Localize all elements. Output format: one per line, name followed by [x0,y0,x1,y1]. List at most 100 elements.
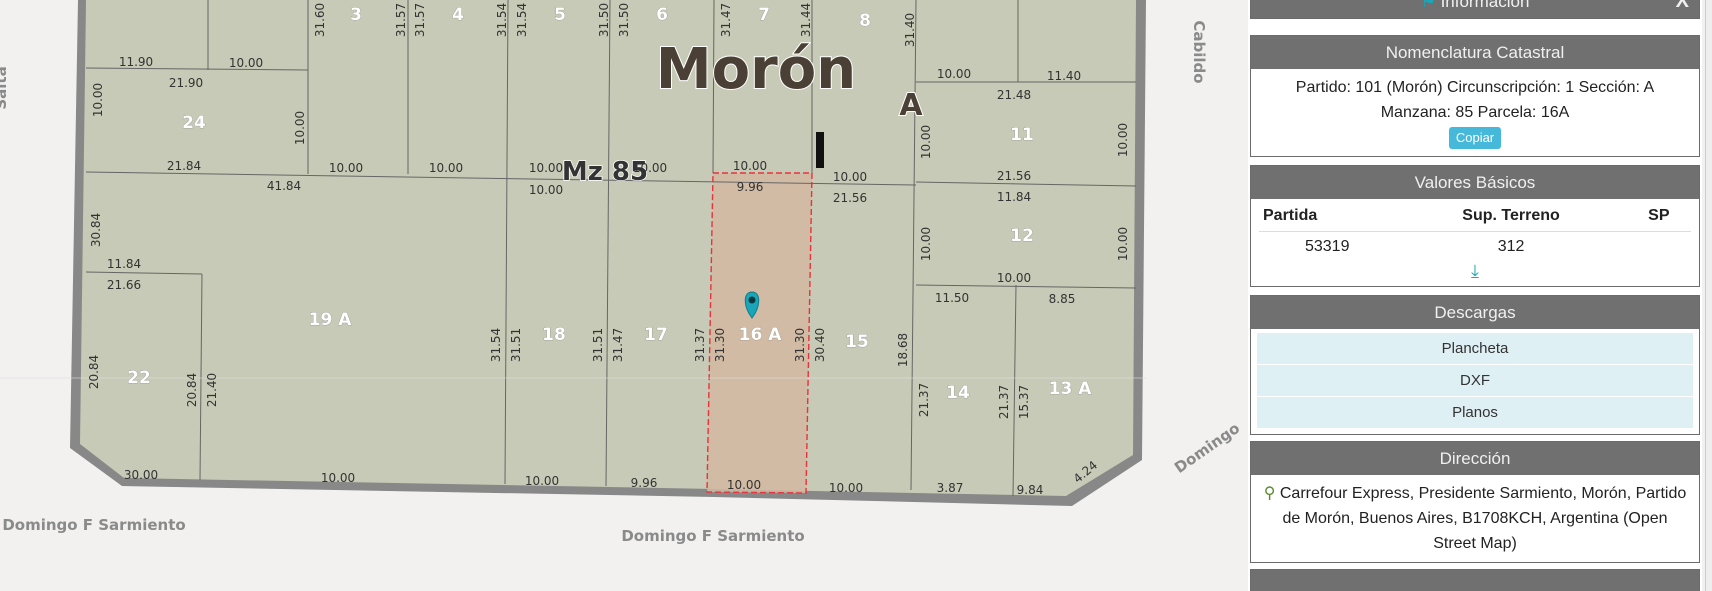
copy-button[interactable]: Copiar [1448,127,1502,149]
parcel-number: 8 [859,11,871,31]
dimension-label: 31.40 [903,13,917,47]
parcel-number: 6 [656,5,668,25]
descargas-title: Descargas [1251,296,1699,329]
dimension-label: 10.00 [91,83,105,117]
parcel-number: 19 A [309,310,353,330]
direccion-text: Carrefour Express, Presidente Sarmiento,… [1279,485,1687,552]
dimension-label: 31.30 [793,328,807,362]
parcel-number: 12 [1010,226,1034,246]
dimension-label: 31.51 [509,328,523,362]
nomenclatura-line2: Manzana: 85 Parcela: 16A [1380,104,1570,121]
info-icon: ⚑ [1420,0,1436,11]
table-row: 53319 312 [1259,232,1691,263]
dimension-label: 30.84 [89,213,103,247]
dimension-label: 30.40 [813,328,827,362]
street-label-cabildo: Cabildo [1190,20,1208,83]
street-label-bottom-center: Domingo F Sarmiento [621,527,804,545]
next-section [1250,569,1700,591]
dimension-label: 10.00 [229,56,263,70]
dimension-label: 20.84 [87,355,101,389]
dimension-label: 11.90 [119,55,153,69]
dimension-label: 31.50 [617,3,631,37]
dimension-label: 21.66 [107,278,141,292]
dimension-label: 10.00 [727,478,761,492]
dimension-label: 10.00 [833,170,867,184]
direccion-section: Dirección ⚲ Carrefour Express, President… [1250,441,1700,563]
dxf-link[interactable]: DXF [1257,365,1693,397]
parcel-number: 14 [946,383,970,403]
dimension-label: 9.96 [631,476,658,490]
dimension-label: 10.00 [997,271,1031,285]
parcel-number: 24 [182,113,206,133]
dimension-label: 10.00 [919,125,933,159]
dimension-label: 8.85 [1049,292,1076,306]
dimension-label: 21.40 [205,373,219,407]
download-icon[interactable]: ⤓ [1259,262,1691,280]
dimension-label: 10.00 [321,471,355,485]
street-label-bottom-left: Domingo F Sarmiento [2,516,185,534]
dimension-label: 31.50 [597,3,611,37]
dimension-label: 31.54 [495,3,509,37]
dimension-label: 31.60 [313,3,327,37]
dimension-label: 30.00 [124,468,158,482]
dimension-label: 31.47 [719,3,733,37]
info-header: ⚑ Información X [1250,0,1700,19]
descargas-section: Descargas Plancheta DXF Planos [1250,295,1700,435]
plancheta-link[interactable]: Plancheta [1257,333,1693,365]
sup-terreno-value: 312 [1497,238,1525,255]
section-label: A [899,88,923,123]
dimension-label: 31.54 [515,3,529,37]
col-partida: Partida [1259,201,1396,232]
info-panel: ⚑ Información X Nomenclatura Catastral P… [1248,0,1702,591]
dimension-label: 41.84 [267,179,301,193]
dimension-label: 10.00 [829,481,863,495]
dimension-label: 31.51 [591,328,605,362]
planos-link[interactable]: Planos [1257,397,1693,429]
col-sup-terreno: Sup. Terreno [1395,201,1627,232]
nomenclatura-title: Nomenclatura Catastral [1251,36,1699,69]
dimension-label: 31.37 [693,328,707,362]
dimension-label: 15.37 [1017,385,1031,419]
dimension-label: 21.48 [997,88,1031,102]
map-search-icon[interactable]: ⚲ [1264,485,1276,502]
dimension-label: 11.40 [1047,69,1081,83]
dimension-label: 10.00 [1116,123,1130,157]
dimension-label: 31.57 [394,3,408,37]
parcel-number: 17 [644,325,668,345]
dimension-label: 10.00 [329,161,363,175]
dimension-label: 11.50 [935,291,969,305]
dimension-label: 21.90 [169,76,203,90]
dimension-label: 10.00 [937,67,971,81]
dimension-label: 3.87 [937,481,964,495]
dimension-label: 21.37 [997,385,1011,419]
dimension-label: 11.84 [107,257,141,271]
nomenclatura-line1: Partido: 101 (Morón) Circunscripción: 1 … [1295,79,1655,96]
dimension-label: 10.00 [529,161,563,175]
dimension-label: 31.47 [611,328,625,362]
dimension-label: 9.96 [737,180,764,194]
dimension-label: 10.00 [1116,227,1130,261]
dimension-label: 20.84 [185,373,199,407]
parcel-number: 13 A [1049,379,1093,399]
dimension-label: 21.37 [917,383,931,417]
info-title: Información [1440,0,1530,11]
scrollbar[interactable] [1705,0,1712,591]
city-label: Morón [656,37,856,102]
valores-title: Valores Básicos [1251,166,1699,199]
dimension-label: 10.00 [919,227,933,261]
dimension-label: 11.84 [997,190,1031,204]
dimension-label: 10.00 [429,161,463,175]
parcel-number: 22 [127,368,151,388]
parcel-number: 18 [542,325,566,345]
dimension-label: 31.30 [713,328,727,362]
dimension-label: 21.56 [997,169,1031,183]
dimension-label: 31.44 [799,3,813,37]
direccion-title: Dirección [1251,442,1699,475]
dimension-label: 10.00 [633,161,667,175]
close-button[interactable]: X [1676,0,1689,18]
block-marker [816,132,824,168]
dimension-label: 10.00 [293,111,307,145]
partida-value: 53319 [1304,238,1350,255]
dimension-label: 18.68 [896,333,910,367]
street-label-salta: Salta [0,66,10,109]
